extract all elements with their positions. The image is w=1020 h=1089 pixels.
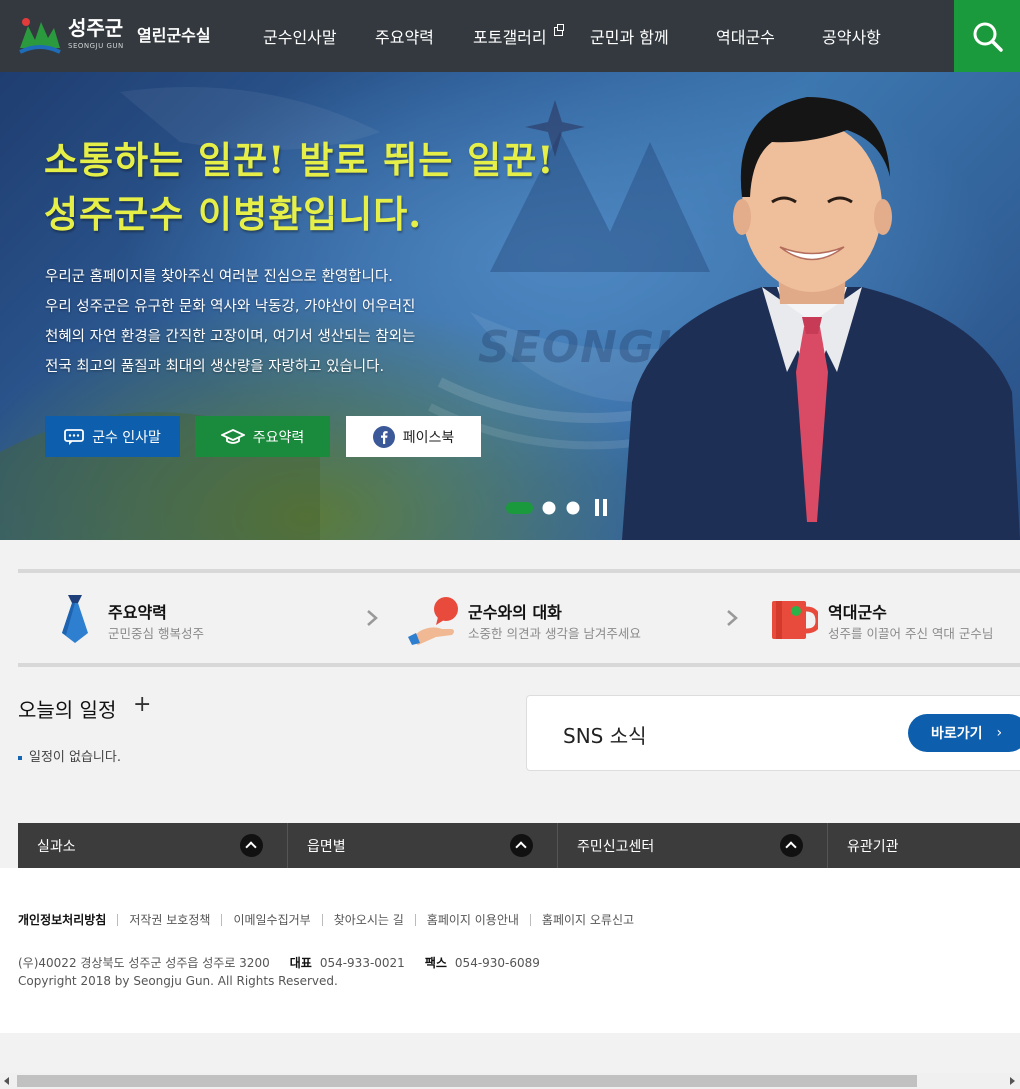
hero-text-line: 전국 최고의 품질과 최대의 생산량을 자랑하고 있습니다.: [45, 359, 385, 375]
footer: 개인정보처리방침 저작권 보호정책 이메일수집거부 찾아오시는 길 홈페이지 이…: [0, 868, 1020, 1033]
footer-copyright: Copyright 2018 by Seongju Gun. All Right…: [18, 974, 338, 988]
quick-links: 주요약력 군민중심 행복성주 군수와의 대화 소중한 의견과 생각을 남겨주세요…: [18, 569, 1020, 667]
horizontal-scrollbar[interactable]: [0, 1073, 1020, 1089]
footer-links: 개인정보처리방침 저작권 보호정책 이메일수집거부 찾아오시는 길 홈페이지 이…: [18, 914, 645, 926]
link-group-label: 주민신고센터: [577, 839, 655, 855]
chevron-right-icon: [367, 610, 378, 626]
link-group-departments[interactable]: 실과소: [18, 823, 288, 868]
quick-link-career[interactable]: 주요약력 군민중심 행복성주: [18, 573, 378, 663]
top-header: 성주군 SEONGJU GUN 열린군수실 군수인사말 주요약력 포토갤러리 군…: [0, 0, 1020, 72]
slider-dot: [542, 501, 556, 515]
link-group-label: 읍면별: [307, 839, 346, 855]
speech-hand-icon: [408, 597, 458, 645]
hero-welcome-text: 우리군 홈페이지를 찾아주신 여러분 진심으로 환영합니다. 우리 성주군은 유…: [45, 262, 415, 382]
link-group-report-center[interactable]: 주민신고센터: [558, 823, 828, 868]
quick-link-desc: 성주를 이끌어 주신 역대 군수님: [828, 626, 994, 641]
related-links-bar: 실과소 읍면별 주민신고센터 유관기관: [18, 823, 1020, 868]
scroll-left-icon[interactable]: [4, 1077, 9, 1085]
career-button[interactable]: 주요약력: [195, 416, 330, 457]
footer-link-directions[interactable]: 찾아오시는 길: [321, 914, 415, 926]
sns-go-button-label: 바로가기: [931, 726, 983, 742]
quick-link-desc: 소중한 의견과 생각을 남겨주세요: [468, 626, 641, 641]
tel-number: 054-933-0021: [319, 956, 405, 970]
hero-title-line2: 성주군수 이병환입니다.: [44, 192, 423, 236]
footer-link-error-report[interactable]: 홈페이지 오류신고: [529, 914, 645, 926]
search-button[interactable]: [954, 0, 1020, 72]
nav-photo-gallery[interactable]: 포토갤러리: [473, 24, 564, 48]
footer-link-email-refusal[interactable]: 이메일수집거부: [221, 914, 321, 926]
chat-icon: [64, 428, 84, 445]
slider-dot: [566, 501, 580, 515]
schedule-empty-message: 일정이 없습니다.: [18, 746, 121, 765]
hero-text-line: 천혜의 자연 환경을 간직한 고장이며, 여기서 생산되는 참외는: [45, 329, 416, 345]
quick-link-past-governors[interactable]: 역대군수 성주를 이끌어 주신 역대 군수님: [768, 573, 1020, 663]
facebook-icon: [372, 425, 395, 448]
link-group-label: 유관기관: [847, 839, 899, 855]
facebook-button-label: 페이스북: [402, 429, 455, 446]
fax-label: 팩스: [424, 956, 447, 970]
chevron-right-icon: [727, 610, 738, 626]
scrollbar-thumb[interactable]: [17, 1075, 917, 1087]
quick-link-title: 주요약력: [108, 603, 167, 622]
quick-link-desc: 군민중심 행복성주: [108, 626, 204, 641]
external-link-icon: [553, 24, 564, 36]
quick-link-title: 역대군수: [828, 603, 887, 622]
logo-subtext: SEONGJU GUN: [68, 42, 124, 50]
cup-icon: [772, 601, 818, 639]
career-button-label: 주요약력: [252, 429, 305, 446]
nav-career[interactable]: 주요약력: [375, 24, 434, 48]
schedule-title[interactable]: 오늘의 일정: [18, 694, 116, 723]
nav-pledges[interactable]: 공약사항: [822, 24, 881, 48]
footer-link-copyright[interactable]: 저작권 보호정책: [117, 914, 221, 926]
hero-banner: SEONGJU 소통하는 일꾼! 발로 뛰는 일꾼! 성주군수 이병환입니다. …: [0, 72, 1020, 540]
facebook-button[interactable]: 페이스북: [346, 416, 481, 457]
governor-portrait: [622, 97, 1020, 540]
greeting-button[interactable]: 군수 인사말: [45, 416, 180, 457]
nav-past-governors[interactable]: 역대군수: [716, 24, 775, 48]
greeting-button-label: 군수 인사말: [92, 429, 161, 446]
address-text: (우)40022 경상북도 성주군 성주읍 성주로 3200: [18, 956, 270, 970]
link-group-towns[interactable]: 읍면별: [288, 823, 558, 868]
graduation-cap-icon: [220, 428, 245, 445]
site-name[interactable]: 열린군수실: [137, 22, 211, 46]
chevron-up-icon[interactable]: [510, 834, 533, 857]
hero-text-line: 우리군 홈페이지를 찾아주신 여러분 진심으로 환영합니다.: [45, 269, 393, 285]
necktie-icon: [62, 595, 88, 643]
link-group-label: 실과소: [37, 839, 76, 855]
schedule-more-button[interactable]: +: [133, 692, 151, 717]
fax-number: 054-930-6089: [454, 956, 540, 970]
search-icon: [973, 22, 1003, 52]
chevron-up-icon[interactable]: [240, 834, 263, 857]
link-group-agencies[interactable]: 유관기관: [828, 823, 1020, 868]
chevron-right-icon: ›: [996, 725, 1003, 741]
sns-go-button[interactable]: 바로가기 ›: [908, 714, 1020, 752]
scroll-right-icon[interactable]: [1010, 1077, 1015, 1085]
slider-controls: [506, 499, 610, 516]
chevron-up-icon[interactable]: [780, 834, 803, 857]
hero-title-line1: 소통하는 일꾼! 발로 뛰는 일꾼!: [44, 138, 555, 182]
logo-text[interactable]: 성주군: [68, 12, 123, 41]
sns-title: SNS 소식: [563, 724, 647, 748]
quick-link-dialogue[interactable]: 군수와의 대화 소중한 의견과 생각을 남겨주세요: [408, 573, 768, 663]
quick-link-title: 군수와의 대화: [468, 603, 562, 622]
footer-link-privacy[interactable]: 개인정보처리방침: [18, 914, 117, 926]
tel-label: 대표: [289, 956, 312, 970]
nav-photo-gallery-label: 포토갤러리: [473, 28, 547, 47]
pause-icon: [595, 499, 599, 516]
nav-greeting[interactable]: 군수인사말: [263, 24, 337, 48]
footer-link-guide[interactable]: 홈페이지 이용안내: [414, 914, 530, 926]
sns-panel: SNS 소식 바로가기 ›: [526, 695, 1020, 771]
hero-text-line: 우리 성주군은 유구한 문화 역사와 낙동강, 가야산이 어우러진: [45, 299, 416, 315]
slider-dot-active: [506, 502, 533, 514]
seongju-logo-icon[interactable]: [18, 14, 62, 56]
footer-address: (우)40022 경상북도 성주군 성주읍 성주로 3200 대표 054-933-…: [18, 954, 540, 971]
nav-with-citizens[interactable]: 군민과 함께: [590, 24, 669, 48]
